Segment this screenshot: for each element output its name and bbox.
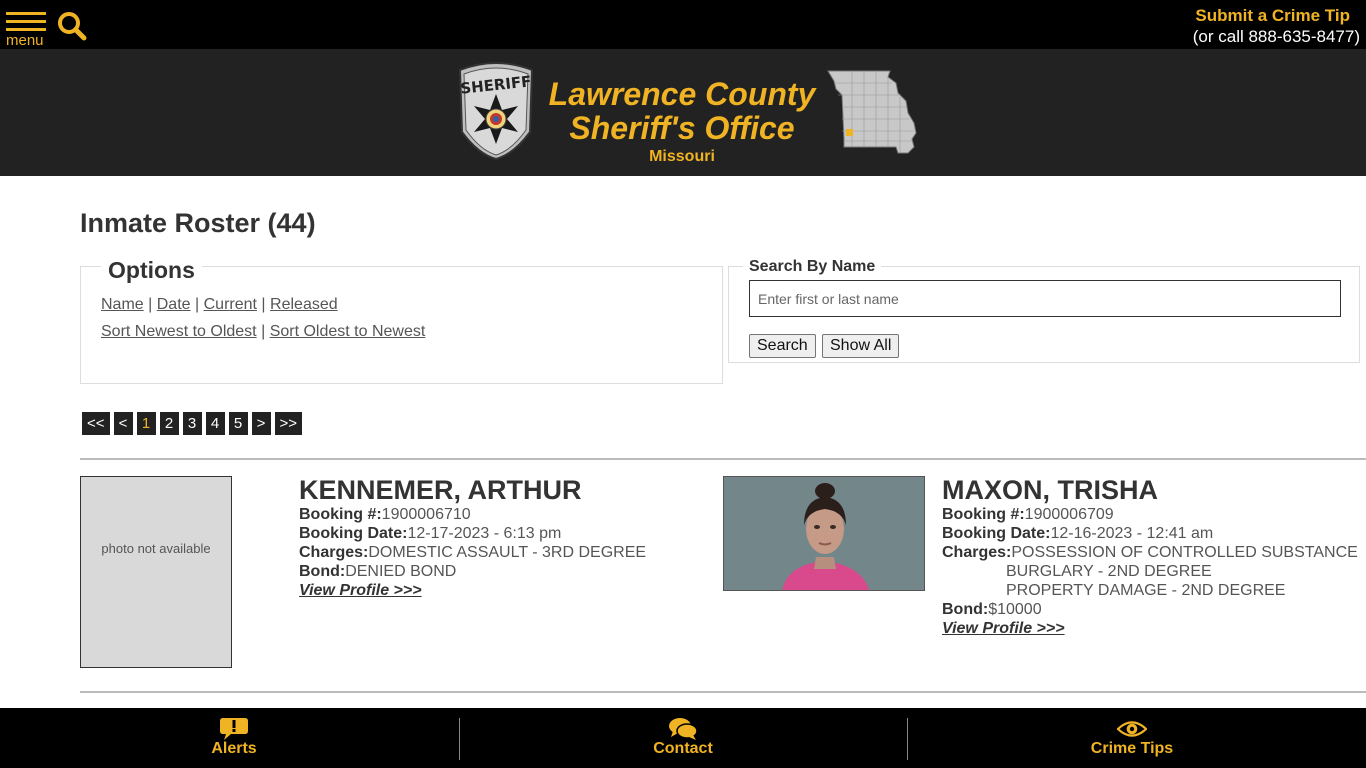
search-submit-button[interactable]: Search	[749, 334, 816, 358]
site-title-line1: Lawrence County	[548, 76, 816, 112]
top-bar: menu Submit a Crime Tip (or call 888-635…	[0, 0, 1366, 49]
link-separator: |	[148, 296, 153, 313]
hamburger-icon-bar	[6, 28, 46, 31]
site-subtitle: Missouri	[649, 148, 715, 165]
crime-tip-phone: (or call 888-635-8477)	[1192, 27, 1360, 46]
sort-links: Name | Date | Current | Released	[101, 296, 338, 314]
inmate-photo-placeholder[interactable]: photo not available	[80, 476, 232, 668]
booking-date-row: Booking Date:12-17-2023 - 6:13 pm	[299, 524, 646, 543]
inmate-name[interactable]: KENNEMER, ARTHUR	[299, 475, 646, 505]
inmate-name[interactable]: MAXON, TRISHA	[942, 475, 1358, 505]
bond-row: Bond:DENIED BOND	[299, 562, 646, 581]
search-panel: Search By Name Search Show All	[728, 258, 1360, 363]
booking-date: 12-16-2023 - 12:41 am	[1050, 525, 1214, 542]
booking-number-row: Booking #:1900006709	[942, 505, 1358, 524]
photo-not-available-text: photo not available	[101, 541, 211, 556]
bond-value: DENIED BOND	[345, 563, 457, 580]
charge-item: BURGLARY - 2ND DEGREE	[1006, 563, 1212, 580]
filter-released-link[interactable]: Released	[270, 296, 338, 313]
mugshot-image	[724, 477, 924, 590]
divider	[80, 458, 1366, 460]
page-title: Inmate Roster (44)	[80, 208, 316, 238]
booking-number: 1900006710	[381, 506, 471, 523]
footer-alerts-label: Alerts	[211, 740, 257, 757]
footer-contact-button[interactable]: Contact	[623, 708, 743, 768]
missouri-map-icon	[827, 70, 917, 154]
page-prev-button[interactable]: <	[113, 412, 133, 435]
divider	[80, 691, 1366, 693]
sort-by-date-link[interactable]: Date	[157, 296, 191, 313]
submit-crime-tip-link[interactable]: Submit a Crime Tip (or call 888-635-8477…	[1193, 6, 1360, 48]
charges-label: Charges:	[942, 544, 1012, 561]
search-legend: Search By Name	[743, 258, 882, 276]
charges-label: Charges:	[299, 544, 369, 561]
charges-row: Charges:POSSESSION OF CONTROLLED SUBSTAN…	[942, 543, 1358, 562]
page-button-1[interactable]: 1	[136, 412, 156, 435]
page-next-button[interactable]: >	[251, 412, 271, 435]
sheriff-badge-logo[interactable]: SHERIFF	[454, 62, 538, 160]
link-separator: |	[261, 323, 266, 340]
chat-bubbles-icon	[669, 718, 698, 740]
filter-current-link[interactable]: Current	[204, 296, 257, 313]
options-panel: Options Name | Date | Current | Released…	[80, 257, 723, 384]
hamburger-icon-bar	[6, 20, 46, 23]
booking-number: 1900006709	[1024, 506, 1114, 523]
page-button-4[interactable]: 4	[205, 412, 225, 435]
menu-button[interactable]: menu	[6, 10, 48, 49]
footer-divider	[907, 718, 908, 760]
inmate-photo[interactable]	[723, 476, 925, 591]
crime-tip-title: Submit a Crime Tip	[1195, 6, 1350, 25]
page-last-button[interactable]: >>	[274, 412, 303, 435]
search-button[interactable]	[56, 10, 88, 42]
site-header: SHERIFF Lawrence County Sheriff's Office…	[0, 49, 1366, 176]
booking-date-label: Booking Date:	[942, 525, 1051, 542]
view-profile-link[interactable]: View Profile >>>	[942, 619, 1358, 638]
charge-item: DOMESTIC ASSAULT - 3RD DEGREE	[368, 544, 647, 561]
pagination: << < 1 2 3 4 5 > >>	[82, 412, 303, 435]
booking-date-row: Booking Date:12-16-2023 - 12:41 am	[942, 524, 1358, 543]
link-separator: |	[195, 296, 200, 313]
view-profile-link[interactable]: View Profile >>>	[299, 581, 646, 600]
hamburger-icon	[6, 12, 46, 15]
footer-divider	[459, 718, 460, 760]
page-button-5[interactable]: 5	[228, 412, 248, 435]
booking-number-row: Booking #:1900006710	[299, 505, 646, 524]
inmate-card: KENNEMER, ARTHUR Booking #:1900006710 Bo…	[299, 475, 646, 600]
link-separator: |	[261, 296, 266, 313]
booking-date: 12-17-2023 - 6:13 pm	[407, 525, 562, 542]
bond-label: Bond:	[299, 563, 346, 580]
footer-contact-label: Contact	[653, 740, 713, 757]
page-button-3[interactable]: 3	[182, 412, 202, 435]
footer-alerts-button[interactable]: Alerts	[174, 708, 294, 768]
show-all-button[interactable]: Show All	[822, 334, 900, 358]
inmate-card: MAXON, TRISHA Booking #:1900006709 Booki…	[942, 475, 1358, 638]
alert-bubble-icon	[220, 718, 248, 740]
charge-item: POSSESSION OF CONTROLLED SUBSTANCE	[1011, 544, 1358, 561]
name-search-input[interactable]	[749, 280, 1341, 317]
sort-by-name-link[interactable]: Name	[101, 296, 144, 313]
footer-crime-tips-label: Crime Tips	[1090, 740, 1174, 757]
menu-label: menu	[6, 32, 44, 49]
sort-newest-link[interactable]: Sort Newest to Oldest	[101, 323, 257, 340]
options-legend: Options	[101, 257, 202, 284]
page-first-button[interactable]: <<	[82, 412, 110, 435]
site-title-line2: Sheriff's Office	[569, 110, 795, 146]
bottom-nav: Alerts Contact Crime Tips	[0, 708, 1366, 768]
footer-crime-tips-button[interactable]: Crime Tips	[1072, 708, 1192, 768]
bond-value: $10000	[988, 601, 1042, 618]
search-icon	[58, 12, 87, 41]
booking-date-label: Booking Date:	[299, 525, 408, 542]
booking-number-label: Booking #:	[942, 506, 1025, 523]
order-links: Sort Newest to Oldest | Sort Oldest to N…	[101, 323, 425, 341]
booking-number-label: Booking #:	[299, 506, 382, 523]
bond-row: Bond:$10000	[942, 600, 1358, 619]
page-button-2[interactable]: 2	[159, 412, 179, 435]
eye-icon	[1117, 721, 1147, 737]
sort-oldest-link[interactable]: Sort Oldest to Newest	[270, 323, 426, 340]
charges-row: Charges:DOMESTIC ASSAULT - 3RD DEGREE	[299, 543, 646, 562]
bond-label: Bond:	[942, 601, 989, 618]
charge-item: PROPERTY DAMAGE - 2ND DEGREE	[1006, 582, 1286, 599]
site-title[interactable]: Lawrence County Sheriff's Office	[540, 77, 824, 145]
